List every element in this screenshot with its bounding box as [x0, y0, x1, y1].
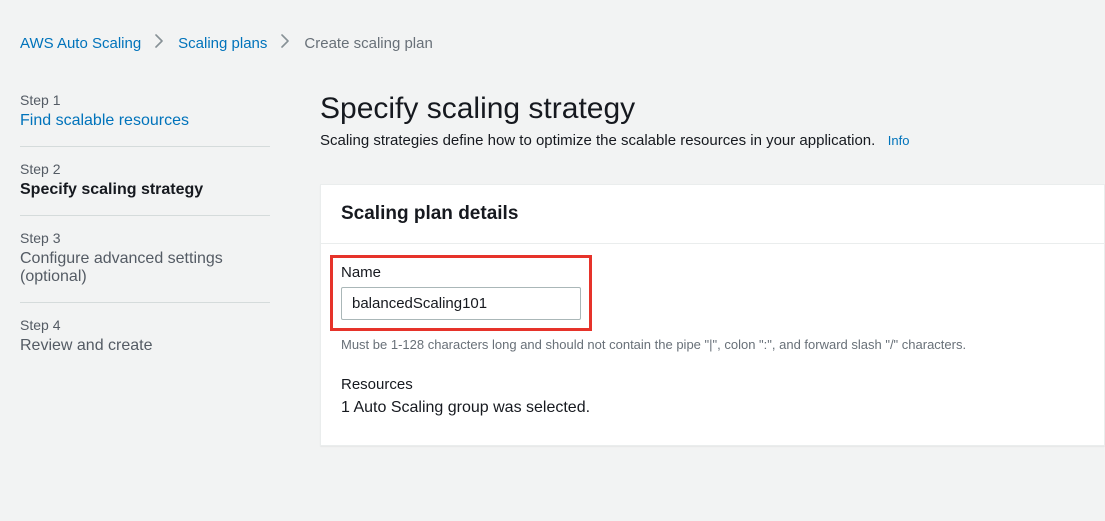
- breadcrumb-root-link[interactable]: AWS Auto Scaling: [20, 35, 141, 52]
- name-hint: Must be 1-128 characters long and should…: [341, 337, 1084, 352]
- resources-label: Resources: [341, 376, 1084, 393]
- step-num: Step 3: [20, 230, 270, 246]
- step-num: Step 1: [20, 92, 270, 108]
- step-num: Step 2: [20, 161, 270, 177]
- step-title: Review and create: [20, 337, 270, 355]
- step-title: Configure advanced settings (optional): [20, 250, 270, 286]
- step-3: Step 3 Configure advanced settings (opti…: [20, 215, 270, 302]
- name-field: Name Must be 1-128 characters long and s…: [341, 255, 1084, 352]
- breadcrumb-current: Create scaling plan: [304, 35, 432, 52]
- breadcrumb-plans-link[interactable]: Scaling plans: [178, 35, 267, 52]
- name-label: Name: [341, 264, 581, 281]
- step-title: Find scalable resources: [20, 112, 270, 130]
- breadcrumb: AWS Auto Scaling Scaling plans Create sc…: [0, 0, 1105, 52]
- step-title: Specify scaling strategy: [20, 181, 270, 199]
- highlight-annotation: Name: [330, 255, 592, 331]
- page-description: Scaling strategies define how to optimiz…: [320, 132, 875, 149]
- scaling-plan-details-panel: Scaling plan details Name Must be 1-128 …: [320, 184, 1105, 446]
- step-1[interactable]: Step 1 Find scalable resources: [20, 92, 270, 146]
- info-link[interactable]: Info: [888, 133, 910, 148]
- wizard-sidebar: Step 1 Find scalable resources Step 2 Sp…: [20, 92, 270, 446]
- panel-header: Scaling plan details: [321, 185, 1104, 244]
- resources-value: 1 Auto Scaling group was selected.: [341, 399, 1084, 417]
- resources-field: Resources 1 Auto Scaling group was selec…: [341, 376, 1084, 417]
- chevron-right-icon: [281, 34, 290, 52]
- step-4: Step 4 Review and create: [20, 302, 270, 371]
- plan-name-input[interactable]: [341, 287, 581, 320]
- chevron-right-icon: [155, 34, 164, 52]
- step-2: Step 2 Specify scaling strategy: [20, 146, 270, 215]
- main-content: Specify scaling strategy Scaling strateg…: [320, 92, 1105, 446]
- page-description-row: Scaling strategies define how to optimiz…: [320, 132, 1105, 150]
- page-title: Specify scaling strategy: [320, 92, 1105, 126]
- step-num: Step 4: [20, 317, 270, 333]
